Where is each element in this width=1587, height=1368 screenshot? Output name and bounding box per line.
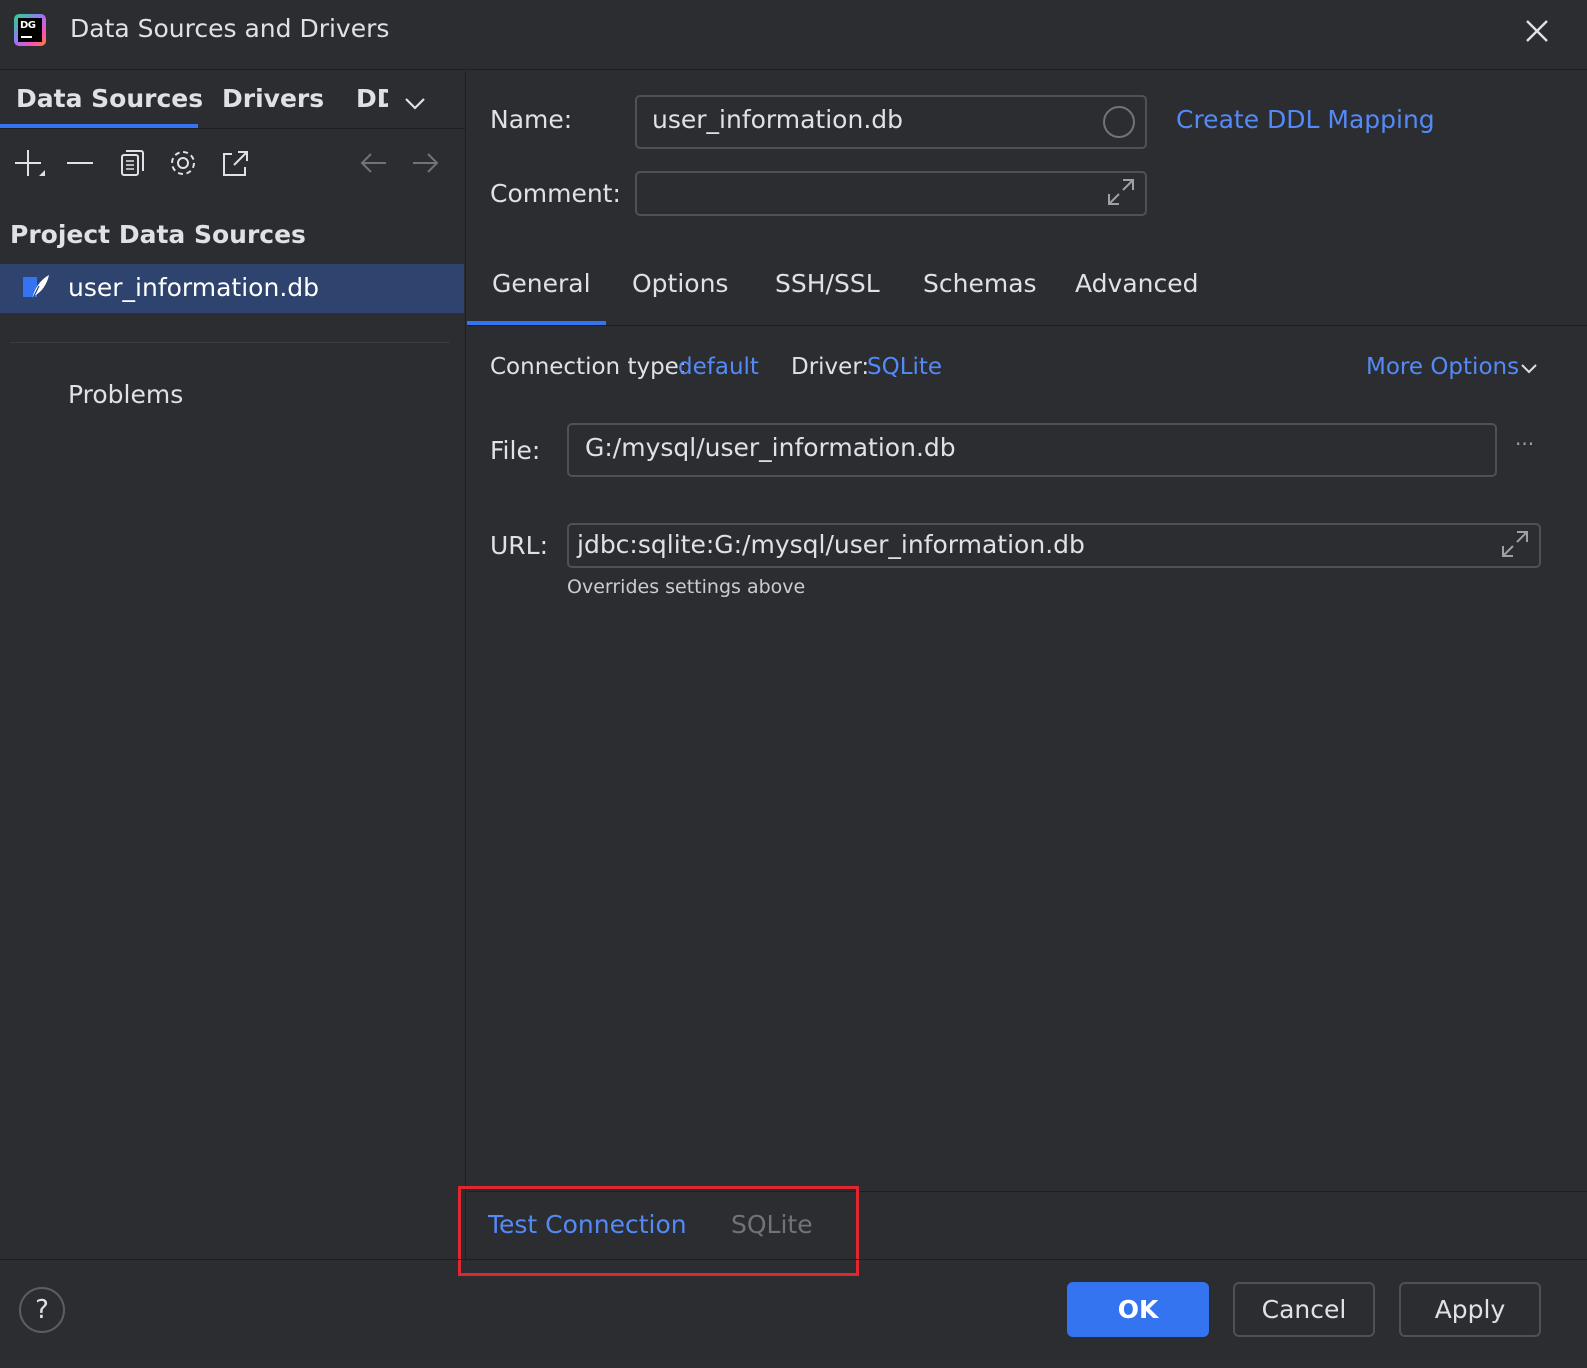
divider (0, 1259, 1587, 1260)
divider (0, 128, 466, 129)
driver-link[interactable]: SQLite (867, 354, 942, 380)
url-label: URL: (490, 531, 549, 560)
name-value: user_information.db (652, 105, 904, 134)
color-circle-icon[interactable] (1103, 106, 1135, 138)
more-options-link[interactable]: More Options (1366, 354, 1519, 380)
apply-button[interactable]: Apply (1399, 1282, 1541, 1337)
url-hint: Overrides settings above (567, 576, 806, 598)
browse-button[interactable]: ··· (1515, 432, 1534, 456)
driver-label: Driver: (791, 354, 870, 380)
add-icon[interactable] (12, 146, 48, 182)
comment-label: Comment: (490, 179, 621, 208)
comment-input[interactable] (635, 171, 1147, 216)
tab-ssh-ssl[interactable]: SSH/SSL (775, 269, 880, 298)
data-source-label: user_information.db (68, 273, 320, 302)
problems-item[interactable]: Problems (68, 380, 183, 409)
tab-options[interactable]: Options (632, 269, 728, 298)
remove-icon[interactable] (62, 146, 98, 182)
connection-type-link[interactable]: default (678, 354, 759, 380)
section-title: Project Data Sources (10, 220, 306, 249)
duplicate-icon[interactable] (114, 146, 150, 182)
file-label: File: (490, 436, 541, 465)
window-title: Data Sources and Drivers (70, 14, 390, 43)
highlight-box (458, 1186, 859, 1276)
left-panel (0, 71, 466, 1261)
help-button[interactable]: ? (19, 1287, 65, 1333)
forward-arrow-icon[interactable] (407, 146, 443, 182)
tabs-overflow-chevron-icon[interactable] (402, 90, 428, 116)
connection-type-label: Connection type: (490, 354, 687, 380)
divider (10, 342, 450, 343)
tab-general[interactable]: General (492, 269, 591, 298)
create-ddl-mapping-link[interactable]: Create DDL Mapping (1176, 105, 1435, 134)
tab-schemas[interactable]: Schemas (923, 269, 1037, 298)
file-value: G:/mysql/user_information.db (585, 433, 956, 462)
chevron-down-icon[interactable] (1518, 358, 1540, 380)
ok-button[interactable]: OK (1067, 1282, 1209, 1337)
tab-ddl-mappings[interactable]: DDL Mappings (356, 84, 388, 113)
cancel-button[interactable]: Cancel (1233, 1282, 1375, 1337)
tab-data-sources[interactable]: Data Sources (16, 84, 203, 113)
logo-text: DG (20, 20, 36, 31)
sqlite-feather-icon (22, 274, 52, 302)
back-arrow-icon[interactable] (356, 146, 392, 182)
datagrip-logo-icon: DG (14, 14, 46, 46)
name-label: Name: (490, 105, 573, 134)
expand-icon[interactable] (1105, 176, 1137, 208)
expand-icon[interactable] (1499, 528, 1531, 560)
settings-icon[interactable] (165, 146, 201, 182)
tab-advanced[interactable]: Advanced (1075, 269, 1199, 298)
tab-drivers[interactable]: Drivers (222, 84, 324, 113)
export-icon[interactable] (217, 146, 253, 182)
close-icon[interactable] (1520, 14, 1554, 48)
url-value: jdbc:sqlite:G:/mysql/user_information.db (577, 530, 1085, 559)
divider (467, 325, 1587, 326)
